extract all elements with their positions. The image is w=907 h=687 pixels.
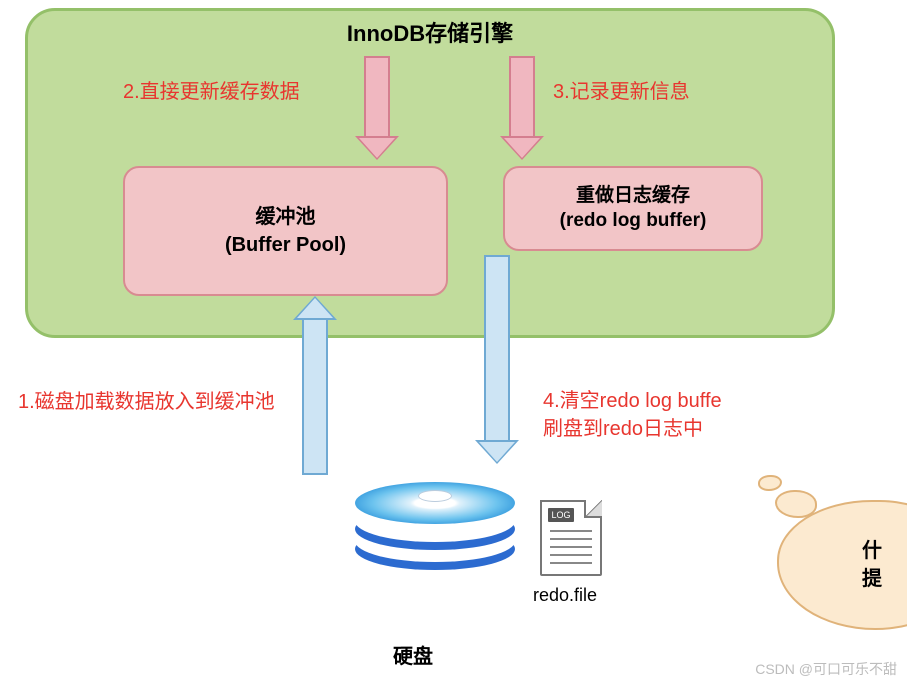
buffer-pool-title: 缓冲池	[125, 203, 446, 231]
step1-label: 1.磁盘加载数据放入到缓冲池	[18, 385, 275, 414]
step2-label: 2.直接更新缓存数据	[123, 75, 300, 104]
buffer-pool-subtitle: (Buffer Pool)	[125, 231, 446, 259]
engine-title: InnoDB存储引擎	[347, 16, 513, 48]
step4-label: 4.清空redo log buffe 刷盘到redo日志中	[543, 387, 722, 443]
arrow-step4-down	[475, 255, 519, 464]
thought-dot-small	[758, 475, 782, 491]
buffer-pool-box: 缓冲池 (Buffer Pool)	[123, 166, 448, 296]
thought-line1: 什	[862, 540, 882, 562]
file-tag: LOG	[548, 508, 574, 522]
arrow-step2	[355, 56, 399, 160]
thought-line2: 提	[862, 568, 882, 590]
step4-line2: 刷盘到redo日志中	[543, 415, 722, 443]
redo-file-icon: LOG	[540, 500, 602, 576]
disk-label: 硬盘	[393, 640, 433, 669]
step3-label: 3.记录更新信息	[553, 75, 690, 104]
innodb-engine-container: InnoDB存储引擎 缓冲池 (Buffer Pool) 重做日志缓存 (red…	[25, 8, 835, 338]
arrow-step1-up	[293, 296, 337, 475]
redo-file-label: redo.file	[533, 585, 597, 606]
disk-icon	[355, 460, 515, 580]
redo-log-buffer-box: 重做日志缓存 (redo log buffer)	[503, 166, 763, 251]
watermark: CSDN @可口可乐不甜	[755, 659, 897, 679]
arrow-step3	[500, 56, 544, 160]
step4-line1: 4.清空redo log buffe	[543, 387, 722, 415]
thought-bubble: 什 提	[777, 500, 907, 630]
redo-buffer-title: 重做日志缓存	[505, 184, 761, 209]
redo-buffer-subtitle: (redo log buffer)	[505, 209, 761, 234]
